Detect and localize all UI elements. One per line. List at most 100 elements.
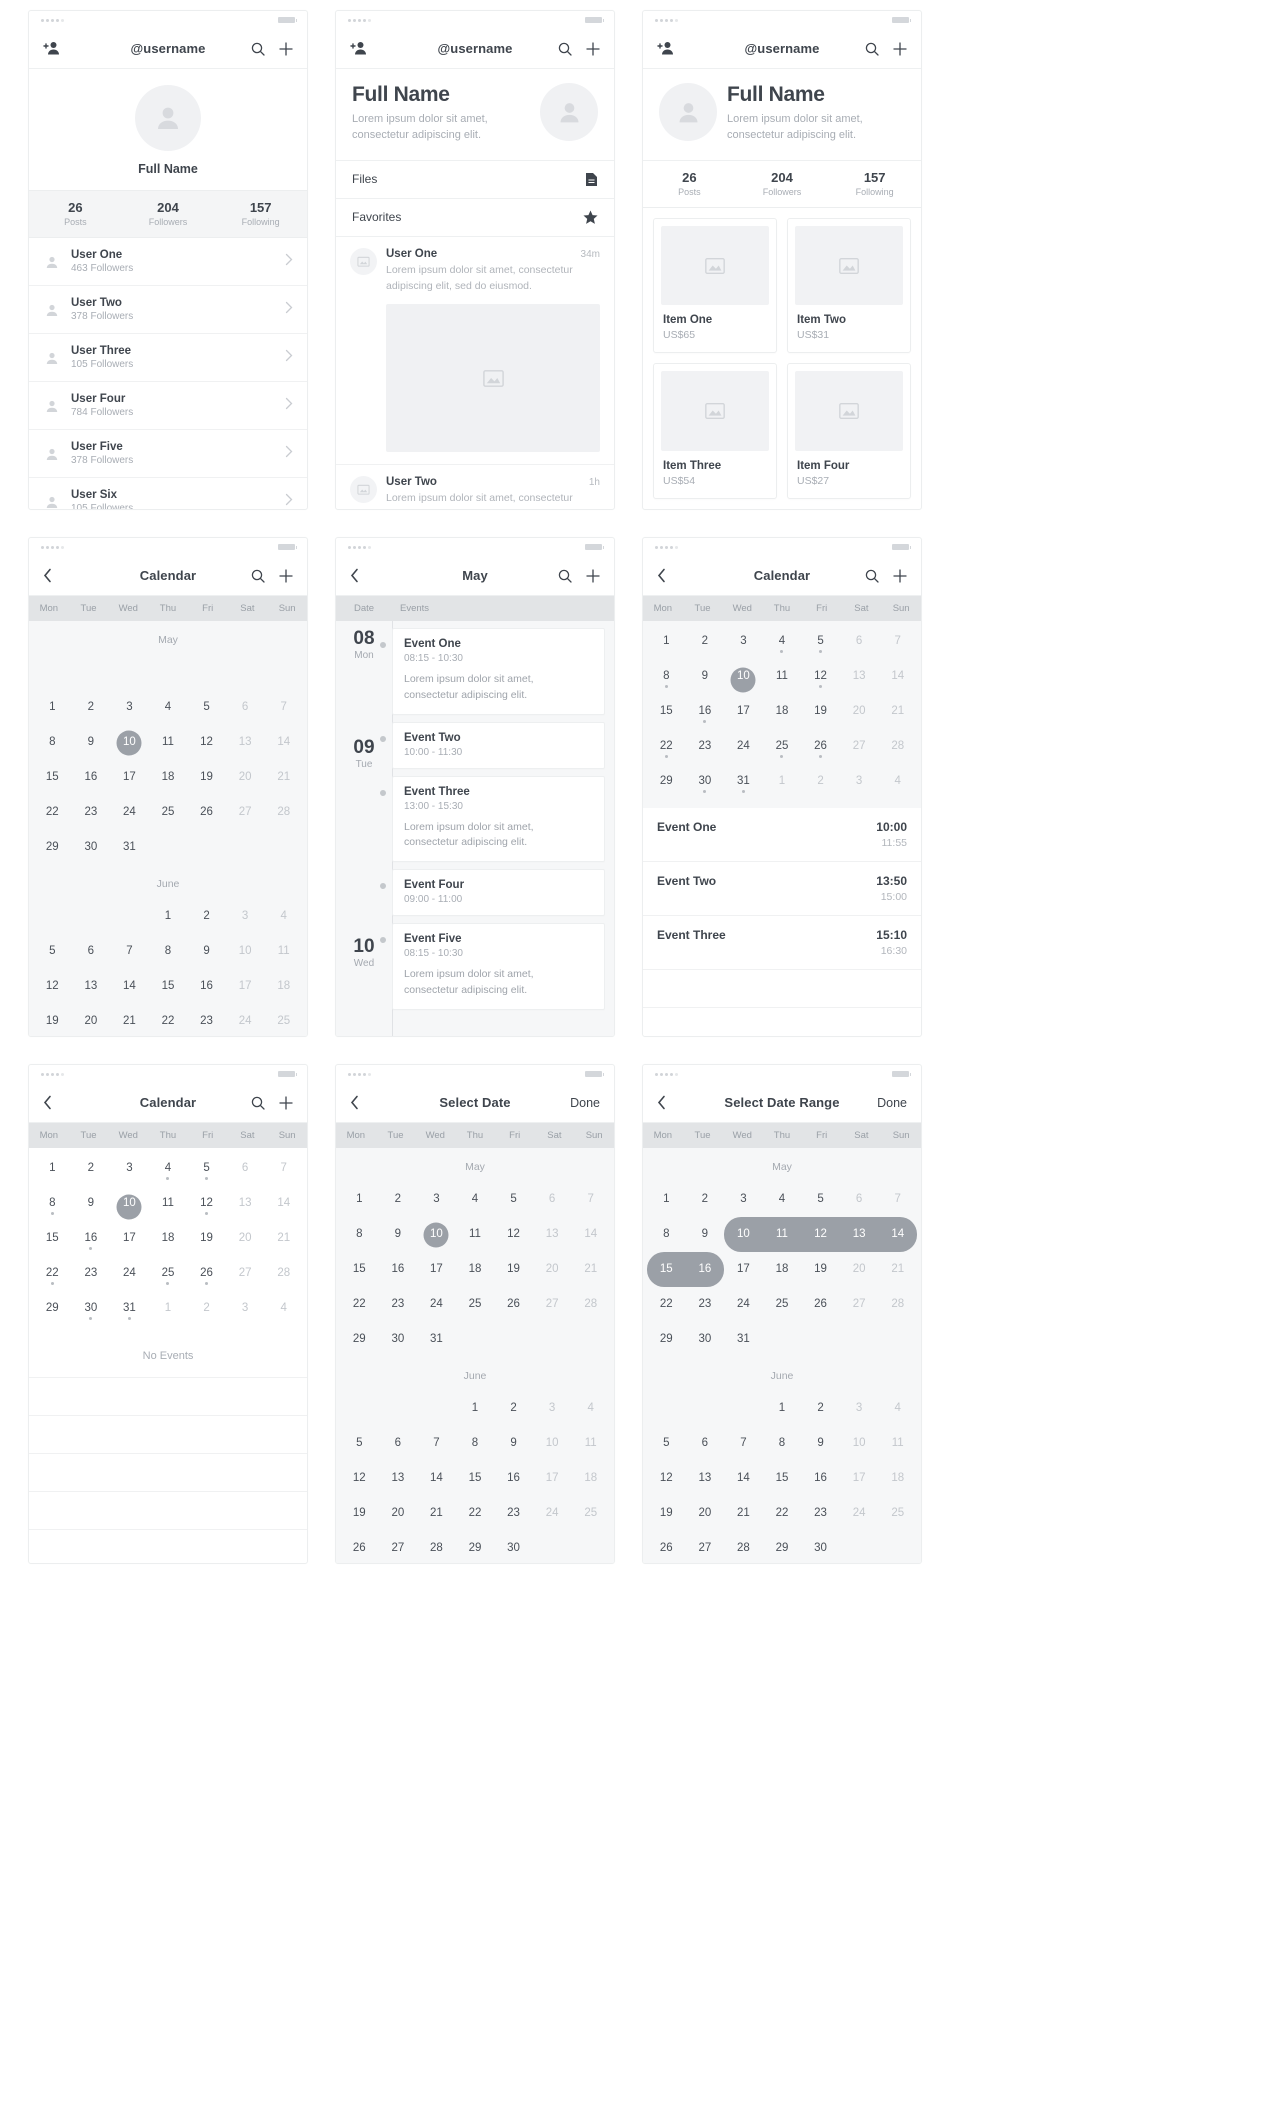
search-icon[interactable]: [558, 569, 572, 583]
calendar-day[interactable]: 22: [647, 1287, 686, 1322]
calendar-day[interactable]: 17: [226, 969, 265, 1004]
calendar-day[interactable]: 21: [264, 1224, 303, 1259]
calendar-day[interactable]: 20: [379, 1496, 418, 1531]
calendar-day[interactable]: 26: [187, 795, 226, 830]
list-item[interactable]: User Five 378 Followers: [29, 430, 307, 478]
calendar-day[interactable]: 7: [571, 1182, 610, 1217]
calendar-day[interactable]: 3: [724, 1182, 763, 1217]
calendar-day[interactable]: 26: [801, 1287, 840, 1322]
stat-posts[interactable]: 26 Posts: [29, 200, 122, 227]
calendar-day[interactable]: 12: [340, 1461, 379, 1496]
calendar-day[interactable]: 26: [801, 732, 840, 767]
calendar-day[interactable]: 21: [110, 1004, 149, 1036]
calendar-day[interactable]: 30: [72, 1294, 111, 1329]
back-chevron-icon[interactable]: [657, 1095, 666, 1110]
calendar-day[interactable]: 8: [456, 1426, 495, 1461]
calendar-day[interactable]: 3: [110, 1154, 149, 1189]
event-row[interactable]: Event Three 15:10 16:30: [643, 916, 921, 970]
calendar-day[interactable]: 10: [110, 1189, 149, 1224]
calendar-day[interactable]: 5: [187, 690, 226, 725]
calendar-day[interactable]: 4: [878, 1391, 917, 1426]
calendar-day[interactable]: 10: [110, 725, 149, 760]
calendar-day[interactable]: 29: [647, 767, 686, 802]
calendar-day[interactable]: 22: [763, 1496, 802, 1531]
calendar-day[interactable]: 4: [763, 1182, 802, 1217]
calendar-day[interactable]: 27: [226, 795, 265, 830]
back-chevron-icon[interactable]: [43, 1095, 52, 1110]
calendar-day[interactable]: 31: [417, 1322, 456, 1357]
back-chevron-icon[interactable]: [43, 568, 52, 583]
item-card[interactable]: Item Two US$31: [787, 217, 911, 354]
section-files[interactable]: Files: [336, 161, 614, 199]
calendar-day[interactable]: 25: [571, 1496, 610, 1531]
calendar-day[interactable]: 10: [724, 1217, 763, 1252]
feed-post[interactable]: User Two 1h Lorem ipsum dolor sit amet, …: [336, 465, 614, 509]
calendar-day[interactable]: 15: [340, 1252, 379, 1287]
calendar-day[interactable]: 18: [763, 1252, 802, 1287]
calendar-day[interactable]: 17: [110, 1224, 149, 1259]
calendar-day[interactable]: 31: [724, 767, 763, 802]
calendar-day[interactable]: 2: [801, 767, 840, 802]
calendar-day[interactable]: 14: [571, 1217, 610, 1252]
stat-followers[interactable]: 204 Followers: [122, 200, 215, 227]
calendar-day[interactable]: 1: [340, 1182, 379, 1217]
calendar-day[interactable]: 21: [878, 697, 917, 732]
calendar-day[interactable]: 29: [647, 1322, 686, 1357]
calendar-day[interactable]: 5: [33, 934, 72, 969]
calendar-day[interactable]: 23: [72, 1259, 111, 1294]
calendar-day[interactable]: 23: [72, 795, 111, 830]
search-icon[interactable]: [251, 42, 265, 56]
stat-followers[interactable]: 204 Followers: [736, 170, 829, 197]
plus-icon[interactable]: [893, 41, 907, 56]
calendar-day[interactable]: 2: [801, 1391, 840, 1426]
plus-icon[interactable]: [586, 568, 600, 583]
calendar-day[interactable]: 12: [801, 662, 840, 697]
calendar-day[interactable]: 12: [187, 725, 226, 760]
calendar-day[interactable]: 1: [149, 1294, 188, 1329]
calendar-day[interactable]: 16: [379, 1252, 418, 1287]
event-card[interactable]: Event Five 08:15 - 10:30 Lorem ipsum dol…: [380, 923, 605, 1010]
search-icon[interactable]: [558, 42, 572, 56]
calendar-day[interactable]: 14: [264, 1189, 303, 1224]
calendar-day[interactable]: 11: [762, 1217, 802, 1252]
calendar-day[interactable]: 1: [456, 1391, 495, 1426]
calendar-day[interactable]: 3: [724, 627, 763, 662]
calendar-day[interactable]: 2: [72, 1154, 111, 1189]
calendar-day[interactable]: 31: [110, 1294, 149, 1329]
calendar-day[interactable]: 4: [264, 1294, 303, 1329]
calendar-day[interactable]: 25: [878, 1496, 917, 1531]
calendar-day[interactable]: 4: [264, 899, 303, 934]
calendar-day[interactable]: 26: [340, 1531, 379, 1563]
calendar-day[interactable]: 11: [456, 1217, 495, 1252]
calendar-day[interactable]: 19: [801, 697, 840, 732]
calendar-day[interactable]: 15: [647, 1252, 686, 1287]
calendar-day[interactable]: 20: [840, 1252, 879, 1287]
calendar-day[interactable]: 26: [494, 1287, 533, 1322]
calendar-day[interactable]: 8: [647, 1217, 686, 1252]
calendar-day[interactable]: 25: [264, 1004, 303, 1036]
calendar-day[interactable]: 6: [72, 934, 111, 969]
calendar-day[interactable]: 19: [647, 1496, 686, 1531]
calendar-day[interactable]: 16: [686, 697, 725, 732]
calendar-day[interactable]: 1: [647, 1182, 686, 1217]
calendar-day[interactable]: 5: [340, 1426, 379, 1461]
calendar-day[interactable]: 24: [110, 795, 149, 830]
calendar-day[interactable]: 4: [878, 767, 917, 802]
calendar-day[interactable]: 9: [379, 1217, 418, 1252]
calendar-day[interactable]: 18: [264, 969, 303, 1004]
calendar-day[interactable]: 15: [33, 1224, 72, 1259]
stat-posts[interactable]: 26 Posts: [643, 170, 736, 197]
calendar-day[interactable]: 6: [379, 1426, 418, 1461]
calendar-day[interactable]: 24: [417, 1287, 456, 1322]
calendar-day[interactable]: 29: [33, 830, 72, 865]
calendar-day[interactable]: 19: [187, 1224, 226, 1259]
calendar-day[interactable]: 17: [110, 760, 149, 795]
calendar-day[interactable]: 7: [878, 1182, 917, 1217]
calendar-day[interactable]: 4: [571, 1391, 610, 1426]
calendar-day[interactable]: 3: [110, 690, 149, 725]
calendar-day[interactable]: 12: [494, 1217, 533, 1252]
calendar-day[interactable]: 2: [686, 627, 725, 662]
calendar-day[interactable]: 8: [33, 725, 72, 760]
calendar-day[interactable]: 29: [340, 1322, 379, 1357]
calendar-day[interactable]: 12: [33, 969, 72, 1004]
